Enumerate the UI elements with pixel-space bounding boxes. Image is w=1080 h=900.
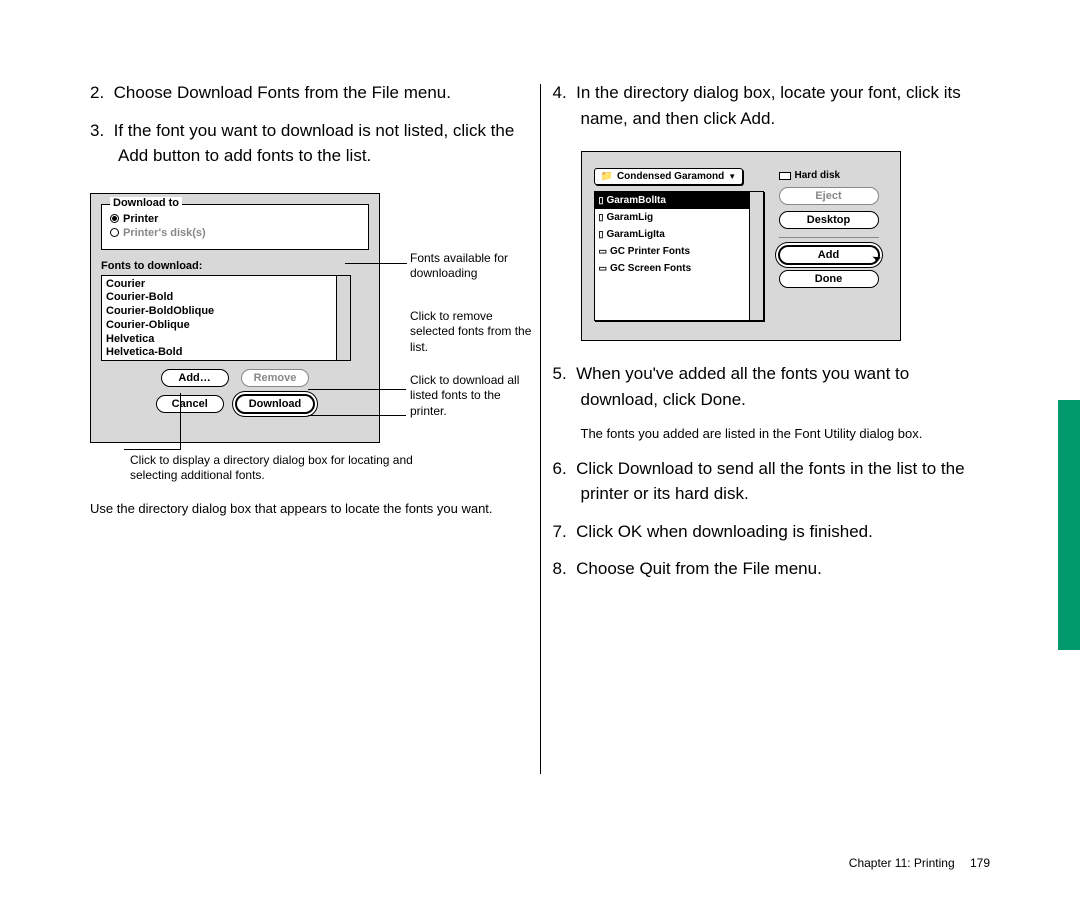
list-item[interactable]: Courier-Oblique [106,319,332,333]
left-follow-text: Use the directory dialog box that appear… [90,499,528,519]
callout-add: Click to display a directory dialog box … [130,453,430,484]
steps-right-c: 6. Click Download to send all the fonts … [553,456,991,582]
figure-font-utility: Download to Printer Printer's disk(s) Fo… [90,193,528,483]
done-button[interactable]: Done [779,270,879,288]
document-icon [599,210,604,225]
fonts-to-download-label: Fonts to download: [101,258,369,275]
fonts-list-body: Courier Courier-Bold Courier-BoldOblique… [102,276,336,360]
callout-download: Click to download all listed fonts to th… [410,373,540,420]
scrollbar[interactable] [336,276,350,360]
callout-fonts-available: Fonts available for downloading [410,251,540,282]
separator [779,237,879,238]
document-icon [599,193,604,208]
list-item[interactable]: GaramLig [595,209,749,226]
download-button[interactable]: Download [236,395,315,413]
page-number: 179 [970,856,990,870]
callout-remove: Click to remove selected fonts from the … [410,309,540,356]
eject-button[interactable]: Eject [779,187,879,205]
folder-dropdown[interactable]: 📁 Condensed Garamond ▼ [594,168,744,185]
file-list[interactable]: GaramBolIta GaramLig GaramLigIta GC Prin… [594,191,764,321]
list-item[interactable]: Courier [106,278,332,292]
section-tab [1058,400,1080,650]
step-4: 4. In the directory dialog box, locate y… [553,80,991,131]
download-to-legend: Download to [110,197,182,209]
list-item[interactable]: GaramBolIta [595,192,749,209]
steps-right-a: 4. In the directory dialog box, locate y… [553,80,991,131]
hard-disk-label: Hard disk [779,170,879,181]
radio-printer[interactable]: Printer [110,213,360,225]
manual-page: 2. Choose Download Fonts from the File m… [90,80,990,830]
remove-button[interactable]: Remove [241,369,310,387]
cancel-button[interactable]: Cancel [156,395,224,413]
step-8: 8. Choose Quit from the File menu. [553,556,991,582]
left-column: 2. Choose Download Fonts from the File m… [90,80,540,830]
font-utility-dialog: Download to Printer Printer's disk(s) Fo… [90,193,380,443]
page-footer: Chapter 11: Printing 179 [849,856,990,870]
list-item[interactable]: Courier-BoldOblique [106,305,332,319]
disk-icon [779,172,791,180]
radio-on-icon [110,214,119,223]
list-item[interactable]: GaramLigIta [595,226,749,243]
step-5: 5. When you've added all the fonts you w… [553,361,991,412]
folder-icon [599,261,608,276]
font-utility-note: The fonts you added are listed in the Fo… [553,424,991,444]
radio-printers-disk[interactable]: Printer's disk(s) [110,227,360,239]
add-button[interactable]: Add [779,246,879,264]
radio-off-icon [110,228,119,237]
list-item[interactable]: GC Screen Fonts [595,260,749,277]
step-3: 3. If the font you want to download is n… [90,118,528,169]
fonts-list[interactable]: Courier Courier-Bold Courier-BoldOblique… [101,275,351,361]
steps-right-b: 5. When you've added all the fonts you w… [553,361,991,412]
figure-directory-dialog: 📁 Condensed Garamond ▼ GaramBolIta Garam… [581,151,901,341]
step-7: 7. Click OK when downloading is finished… [553,519,991,545]
list-item[interactable]: Helvetica-Bold [106,346,332,359]
folder-icon [599,244,608,259]
step-2: 2. Choose Download Fonts from the File m… [90,80,528,106]
download-to-group: Download to Printer Printer's disk(s) [101,204,369,250]
list-item[interactable]: Helvetica [106,333,332,347]
desktop-button[interactable]: Desktop [779,211,879,229]
add-button[interactable]: Add… [161,369,229,387]
scrollbar[interactable] [749,192,763,320]
right-column: 4. In the directory dialog box, locate y… [541,80,991,830]
steps-left: 2. Choose Download Fonts from the File m… [90,80,528,169]
document-icon [599,227,604,242]
step-6: 6. Click Download to send all the fonts … [553,456,991,507]
list-item[interactable]: Courier-Bold [106,291,332,305]
chevron-down-icon: ▼ [728,172,736,181]
list-item[interactable]: GC Printer Fonts [595,243,749,260]
chapter-label: Chapter 11: Printing [849,856,955,870]
